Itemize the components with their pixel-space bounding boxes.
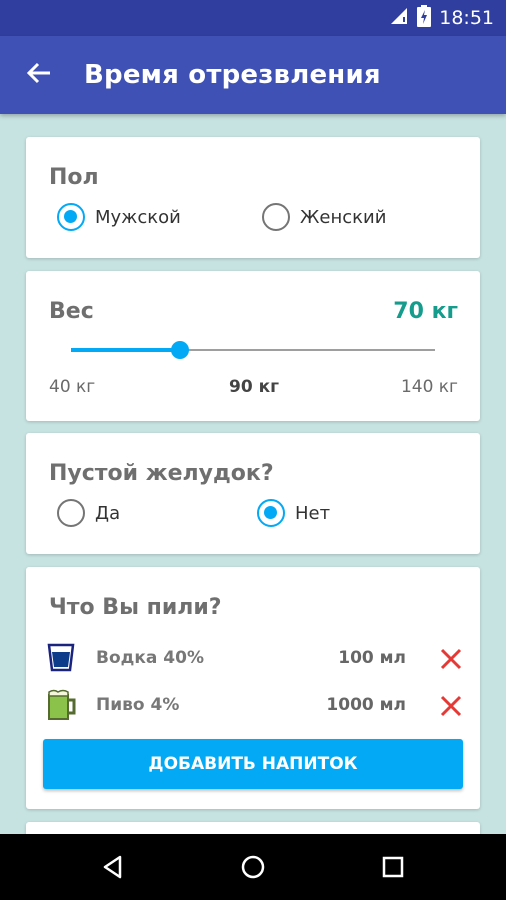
- drink-name: Водка 40%: [96, 648, 204, 668]
- arrow-back-icon: [26, 60, 52, 91]
- radio-checked-icon: [257, 499, 285, 527]
- app-bar: Время отрезвления: [0, 36, 506, 114]
- drink-amount[interactable]: 1000 мл: [326, 695, 406, 715]
- remove-drink-button[interactable]: [436, 644, 466, 674]
- weight-slider[interactable]: [71, 341, 435, 359]
- weight-tick-mid: 90 кг: [229, 377, 279, 397]
- gender-female-radio[interactable]: Женский: [262, 203, 386, 231]
- status-bar: 18:51: [0, 0, 506, 36]
- vodka-glass-icon: [46, 642, 78, 674]
- radio-unchecked-icon: [262, 203, 290, 231]
- nav-recents-button[interactable]: [375, 849, 411, 885]
- close-icon: [440, 695, 462, 717]
- gender-male-label: Мужской: [95, 206, 181, 228]
- add-drink-button[interactable]: ДОБАВИТЬ НАПИТОК: [43, 739, 463, 789]
- drink-name: Пиво 4%: [96, 695, 180, 715]
- nav-back-button[interactable]: [95, 849, 131, 885]
- drink-amount[interactable]: 100 мл: [338, 648, 406, 668]
- stomach-yes-label: Да: [95, 502, 121, 524]
- gender-card: Пол Мужской Женский: [26, 137, 480, 258]
- triangle-back-icon: [103, 855, 122, 879]
- close-icon: [440, 648, 462, 670]
- radio-unchecked-icon: [57, 499, 85, 527]
- drinks-card: Что Вы пили? Водка 40% 100 мл Пиво 4% 10…: [26, 567, 480, 809]
- back-button[interactable]: [22, 58, 56, 92]
- nav-home-button[interactable]: [235, 849, 271, 885]
- radio-checked-icon: [57, 203, 85, 231]
- navigation-bar: [0, 834, 506, 900]
- beer-mug-icon: [46, 689, 78, 721]
- gender-female-label: Женский: [300, 206, 387, 228]
- weight-value: 70 кг: [393, 299, 458, 324]
- gender-male-radio[interactable]: Мужской: [57, 203, 181, 231]
- circle-home-icon: [241, 855, 265, 879]
- stomach-card: Пустой желудок? Да Нет: [26, 433, 480, 554]
- gender-title: Пол: [49, 165, 99, 190]
- battery-icon: [417, 4, 432, 32]
- square-recents-icon: [382, 856, 404, 878]
- drink-row: Водка 40% 100 мл: [46, 638, 466, 678]
- stomach-title: Пустой желудок?: [49, 461, 274, 486]
- drinks-title: Что Вы пили?: [49, 595, 222, 620]
- weight-tick-max: 140 кг: [400, 377, 458, 397]
- weight-title: Вес: [49, 299, 94, 324]
- slider-fill: [71, 348, 181, 352]
- remove-drink-button[interactable]: [436, 691, 466, 721]
- stomach-no-label: Нет: [295, 502, 331, 524]
- status-time: 18:51: [439, 7, 494, 29]
- stomach-yes-radio[interactable]: Да: [57, 499, 120, 527]
- weight-tick-min: 40 кг: [49, 377, 96, 397]
- stomach-no-radio[interactable]: Нет: [257, 499, 330, 527]
- signal-icon: [389, 6, 409, 31]
- weight-card: Вес 70 кг 40 кг 90 кг 140 кг: [26, 271, 480, 421]
- status-icons: 18:51: [389, 4, 494, 32]
- page-title: Время отрезвления: [84, 60, 381, 90]
- slider-thumb[interactable]: [171, 341, 190, 359]
- drink-row: Пиво 4% 1000 мл: [46, 685, 466, 725]
